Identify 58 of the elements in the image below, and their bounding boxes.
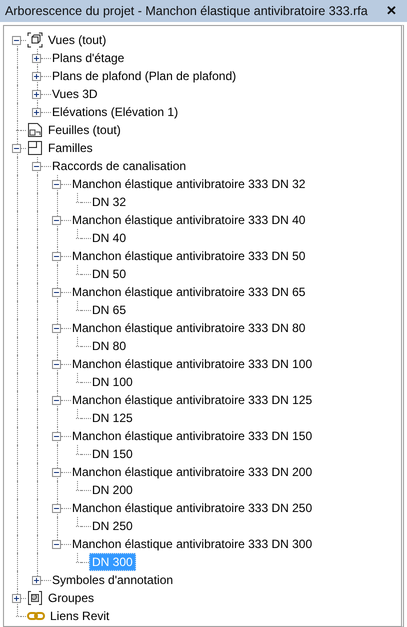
tree-item[interactable]: Vues (tout): [45, 31, 110, 49]
collapse-toggle[interactable]: [12, 144, 21, 152]
tree-item[interactable]: Manchon élastique antivibratoire 333 DN 125: [69, 391, 316, 409]
collapse-toggle[interactable]: [52, 432, 61, 440]
collapse-toggle[interactable]: [52, 180, 61, 188]
window-title: Arborescence du projet - Manchon élastique antivibratoire 333.rfa: [5, 4, 368, 18]
collapse-toggle[interactable]: [52, 216, 61, 224]
family-icon: [27, 140, 43, 156]
tree-item[interactable]: DN 125: [89, 409, 136, 427]
collapse-toggle[interactable]: [52, 504, 61, 512]
collapse-toggle[interactable]: [52, 324, 61, 332]
tree-item[interactable]: Familles: [45, 139, 96, 157]
tree-item[interactable]: DN 150: [89, 445, 136, 463]
tree-item[interactable]: Raccords de canalisation: [49, 157, 190, 175]
group-icon: [27, 590, 43, 606]
tree-item[interactable]: Manchon élastique antivibratoire 333 DN 200: [69, 463, 316, 481]
tree-item[interactable]: DN 100: [89, 373, 136, 391]
close-button[interactable]: ✕: [384, 3, 399, 19]
expand-toggle[interactable]: [32, 576, 41, 584]
expand-toggle[interactable]: [32, 108, 41, 116]
collapse-toggle[interactable]: [12, 36, 21, 44]
tree-item[interactable]: DN 80: [89, 337, 130, 355]
collapse-toggle[interactable]: [52, 252, 61, 260]
collapse-toggle[interactable]: [52, 540, 61, 548]
tree-item[interactable]: Liens Revit: [47, 607, 112, 625]
expand-toggle[interactable]: [32, 72, 41, 80]
tree-item[interactable]: DN 40: [89, 229, 130, 247]
tree-item[interactable]: DN 65: [89, 301, 130, 319]
tree-item[interactable]: Manchon élastique antivibratoire 333 DN 300: [69, 535, 316, 553]
tree-item[interactable]: Manchon élastique antivibratoire 333 DN 80: [69, 319, 308, 337]
tree-item[interactable]: Symboles d'annotation: [49, 571, 176, 589]
tree-item[interactable]: DN 50: [89, 265, 130, 283]
tree-item[interactable]: Manchon élastique antivibratoire 333 DN 150: [69, 427, 316, 445]
expand-toggle[interactable]: [12, 594, 21, 602]
collapse-toggle[interactable]: [52, 396, 61, 404]
expand-toggle[interactable]: [32, 54, 41, 62]
tree-item[interactable]: Manchon élastique antivibratoire 333 DN 32: [69, 175, 308, 193]
tree-item[interactable]: Plans de plafond (Plan de plafond): [49, 67, 240, 85]
collapse-toggle[interactable]: [32, 162, 41, 170]
tree-item[interactable]: DN 250: [89, 517, 136, 535]
tree-item[interactable]: Manchon élastique antivibratoire 333 DN 100: [69, 355, 316, 373]
tree-item[interactable]: Manchon élastique antivibratoire 333 DN 250: [69, 499, 316, 517]
sheet-icon: [27, 122, 43, 138]
tree-item[interactable]: Groupes: [45, 589, 98, 607]
tree-item[interactable]: Manchon élastique antivibratoire 333 DN 65: [69, 283, 308, 301]
tree-item[interactable]: DN 200: [89, 481, 136, 499]
collapse-toggle[interactable]: [52, 288, 61, 296]
tree-item[interactable]: Elévations (Elévation 1): [49, 103, 182, 121]
tree-item[interactable]: Manchon élastique antivibratoire 333 DN 40: [69, 211, 308, 229]
tree-item[interactable]: Plans d'étage: [49, 49, 128, 67]
view-icon: [27, 32, 43, 48]
tree-item[interactable]: DN 32: [89, 193, 130, 211]
collapse-toggle[interactable]: [52, 468, 61, 476]
collapse-toggle[interactable]: [52, 360, 61, 368]
expand-toggle[interactable]: [32, 90, 41, 98]
tree-item[interactable]: Vues 3D: [49, 85, 101, 103]
tree-item[interactable]: Feuilles (tout): [45, 121, 124, 139]
tree-item[interactable]: Manchon élastique antivibratoire 333 DN 50: [69, 247, 308, 265]
